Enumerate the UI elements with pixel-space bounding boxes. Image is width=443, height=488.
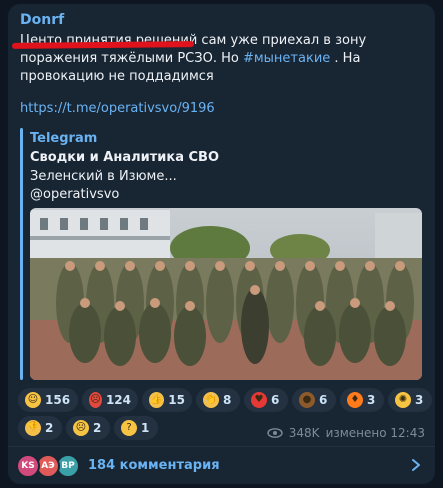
message-meta: 348K изменено 12:43 — [267, 426, 425, 440]
thumbs-up-icon: 👍 — [149, 392, 165, 408]
reaction-button[interactable]: 👍 15 — [142, 388, 192, 412]
thumbs-down-icon: 👎 — [25, 420, 41, 436]
grinning-face-icon: ☺ — [25, 392, 41, 408]
red-heart-icon: ♥ — [251, 392, 267, 408]
preview-handle: @operativsvo — [30, 187, 120, 202]
reaction-count: 3 — [367, 393, 376, 407]
author-name[interactable]: Donrf — [20, 12, 64, 28]
reaction-count: 8 — [223, 393, 232, 407]
crying-face-icon: ☹ — [73, 420, 89, 436]
reaction-count: 3 — [415, 393, 424, 407]
clapping-hands-icon: 👏 — [203, 392, 219, 408]
reaction-count: 156 — [45, 393, 71, 407]
commenter-avatar: KS — [16, 454, 40, 478]
fire-icon: ♦ — [347, 392, 363, 408]
reaction-button[interactable]: ✺ 3 — [388, 388, 432, 412]
edited-time: изменено 12:43 — [325, 426, 425, 440]
preview-site-name: Telegram — [30, 131, 98, 146]
reaction-button[interactable]: ● 6 — [292, 388, 336, 412]
exploding-head-icon: ✺ — [395, 392, 411, 408]
reaction-count: 2 — [93, 421, 102, 435]
eye-icon — [267, 428, 283, 438]
reaction-count: 6 — [319, 393, 328, 407]
preview-title: Сводки и Аналитика СВО — [30, 150, 220, 165]
reaction-count: 15 — [168, 393, 185, 407]
thinking-face-icon: ? — [121, 420, 137, 436]
link-preview[interactable]: Telegram Сводки и Аналитика СВО Зеленски… — [20, 128, 425, 380]
pile-of-poo-icon: ● — [299, 392, 315, 408]
reaction-button[interactable]: 👏 8 — [196, 388, 240, 412]
angry-face-icon: ☹ — [89, 392, 102, 408]
chevron-right-icon — [412, 459, 420, 471]
group-photo-image — [30, 208, 422, 380]
reaction-count: 6 — [271, 393, 280, 407]
reaction-button[interactable]: ☺ 156 — [18, 388, 78, 412]
preview-description: Зеленский в Изюме... — [30, 169, 177, 184]
preview-accent-bar — [20, 128, 23, 380]
comments-count-label: 184 комментария — [88, 458, 220, 473]
hashtag-link[interactable]: #мынетакие — [243, 51, 330, 66]
reaction-button[interactable]: ♥ 6 — [244, 388, 288, 412]
reaction-count: 1 — [141, 421, 150, 435]
reaction-button[interactable]: ♦ 3 — [340, 388, 384, 412]
reaction-button[interactable]: ? 1 — [114, 416, 158, 440]
reaction-count: 124 — [105, 393, 131, 407]
message-link[interactable]: https://t.me/operativsvo/9196 — [20, 101, 215, 116]
reaction-button[interactable]: 👎 2 — [18, 416, 62, 440]
reaction-button[interactable]: ☹ 2 — [66, 416, 110, 440]
message-text: Центо принятия решений сам уже приехал в… — [20, 32, 422, 86]
message-bubble: Donrf Центо принятия решений сам уже при… — [8, 4, 435, 484]
reaction-count: 2 — [45, 421, 54, 435]
reaction-button[interactable]: ☹ 124 — [82, 388, 138, 412]
comments-button[interactable]: KS АЭ ВР 184 комментария — [8, 447, 435, 484]
preview-photo[interactable] — [30, 208, 422, 380]
views-count: 348K — [288, 426, 320, 440]
